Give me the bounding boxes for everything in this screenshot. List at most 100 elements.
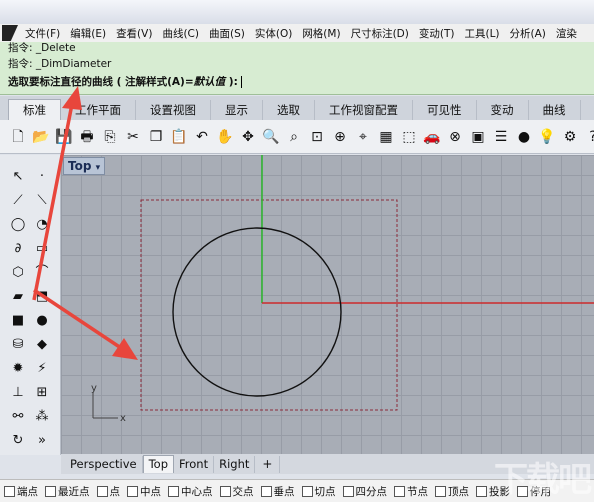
menu-render[interactable]: 渲染 (551, 26, 582, 41)
checkbox[interactable] (394, 485, 405, 497)
cut-icon[interactable]: ✂ (123, 127, 143, 147)
transform-icon[interactable]: ✹ (8, 359, 28, 379)
tab-set-view[interactable]: 设置视图 (136, 100, 211, 120)
osnap-center[interactable]: 中心点 (168, 484, 213, 499)
rotate-view-icon[interactable]: ✥ (238, 127, 258, 147)
sphere-solid-icon[interactable]: ● (32, 311, 52, 331)
new-file-icon[interactable]: 🗋 (8, 127, 28, 147)
circle-icon[interactable]: ◯ (8, 215, 28, 235)
menu-view[interactable]: 查看(V) (111, 26, 157, 41)
polygon-icon[interactable]: ⬡ (8, 263, 28, 283)
checkbox[interactable] (435, 485, 446, 497)
menu-mesh[interactable]: 网格(M) (297, 26, 345, 41)
mesh-icon[interactable]: ◆ (32, 335, 52, 355)
light-bulb-icon[interactable]: 💡 (537, 127, 557, 147)
osnap-intersection[interactable]: 交点 (219, 484, 254, 499)
viewport-label[interactable]: Top ▾ (63, 157, 106, 175)
render-car-icon[interactable]: 🚗 (422, 127, 442, 147)
dimension-icon[interactable]: ⊥ (8, 383, 28, 403)
zoom-target-icon[interactable]: ⌖ (353, 127, 373, 147)
point-icon[interactable]: · (32, 167, 52, 187)
menu-edit[interactable]: 编辑(E) (65, 26, 111, 41)
tab-standard[interactable]: 标准 (8, 99, 61, 120)
osnap-end[interactable]: 端点 (4, 484, 38, 499)
arc-icon[interactable]: ◔ (32, 215, 52, 235)
top-viewport[interactable]: y x Top ▾ (61, 155, 594, 454)
array-icon[interactable]: ⊞ (32, 383, 52, 403)
zoom-icon[interactable]: 🔍 (261, 127, 281, 147)
help-icon[interactable]: ? (583, 127, 594, 147)
properties-icon[interactable]: ☰ (491, 127, 511, 147)
menu-tools[interactable]: 工具(L) (459, 26, 504, 41)
undo-icon[interactable]: ↶ (192, 127, 212, 147)
osnap-near[interactable]: 最近点 (45, 484, 90, 499)
add-viewport-tab-icon[interactable]: + (255, 455, 281, 473)
analyze-icon[interactable]: ⚯ (8, 407, 28, 427)
viewport-tab-front[interactable]: Front (174, 455, 215, 473)
tab-transform[interactable]: 变动 (477, 100, 529, 120)
checkbox[interactable] (96, 485, 108, 497)
tab-curve-tools[interactable]: 曲线 (529, 100, 581, 120)
menu-curve[interactable]: 曲线(C) (157, 26, 204, 41)
viewport-canvas[interactable]: y x (61, 155, 594, 454)
checkbox[interactable] (168, 485, 179, 497)
zoom-selected-icon[interactable]: ⊕ (330, 127, 350, 147)
menu-surface[interactable]: 曲面(S) (204, 26, 250, 41)
box-solid-icon[interactable]: ■ (8, 311, 28, 331)
menu-transform[interactable]: 变动(T) (414, 26, 460, 41)
copy-icon[interactable]: ❐ (146, 127, 166, 147)
osnap-mid[interactable]: 中点 (127, 484, 161, 499)
tab-visibility[interactable]: 可见性 (413, 100, 477, 120)
osnap-knot[interactable]: 节点 (394, 484, 428, 499)
save-icon[interactable]: 💾 (54, 127, 74, 147)
checkbox[interactable] (127, 485, 138, 497)
cylinder-icon[interactable]: ⛁ (8, 335, 28, 355)
osnap-vertex[interactable]: 顶点 (435, 484, 469, 499)
surface-icon[interactable]: ▰ (8, 287, 28, 307)
zoom-extents-icon[interactable]: ⊡ (307, 127, 327, 147)
checkbox[interactable] (342, 485, 354, 497)
color-palette-icon[interactable]: ● (514, 127, 534, 147)
rotate-icon[interactable]: ↻ (8, 431, 28, 451)
export-icon[interactable]: ⎘ (100, 127, 120, 147)
menu-analyze[interactable]: 分析(A) (505, 26, 551, 41)
boolean-icon[interactable]: ⚡ (32, 359, 52, 379)
menu-solid[interactable]: 实体(O) (250, 26, 297, 41)
line-icon[interactable]: ⟍ (32, 191, 52, 211)
pan-hand-icon[interactable]: ✋ (215, 127, 235, 147)
layer-icon[interactable]: ▣ (468, 127, 488, 147)
group-icon[interactable]: ⁂ (32, 407, 52, 427)
tab-cplanes[interactable]: 工作平面 (61, 100, 136, 120)
extrude-surface-icon[interactable]: ⬒ (32, 287, 52, 307)
osnap-point[interactable]: 点 (96, 484, 120, 499)
zoom-window-icon[interactable]: ⌕ (284, 127, 304, 147)
menu-file[interactable]: 文件(F) (20, 26, 65, 41)
more-tools-icon[interactable]: » (32, 431, 52, 451)
polyline-icon[interactable]: ⟋ (8, 191, 28, 211)
hide-object-icon[interactable]: ⊗ (445, 127, 465, 147)
tab-display[interactable]: 显示 (211, 100, 263, 120)
circle-curve[interactable] (172, 227, 342, 397)
curve-icon[interactable]: ∂ (8, 239, 28, 259)
command-prompt-option[interactable]: 默认值 (194, 76, 226, 88)
paste-icon[interactable]: 📋 (169, 127, 189, 147)
options-icon[interactable]: ⚙ (560, 127, 580, 147)
viewport-tab-top[interactable]: Top (142, 455, 175, 473)
viewport-dropdown-icon[interactable]: ▾ (96, 163, 101, 173)
checkbox[interactable] (301, 485, 313, 497)
cplane-icon[interactable]: ⬚ (399, 127, 419, 147)
viewport-tab-right[interactable]: Right (214, 455, 256, 473)
print-icon[interactable]: 🖶 (77, 127, 97, 147)
tab-viewport-layout[interactable]: 工作视窗配置 (315, 100, 413, 120)
osnap-tangent[interactable]: 切点 (301, 484, 336, 499)
menu-dimension[interactable]: 尺寸标注(D) (346, 26, 414, 41)
checkbox[interactable] (4, 485, 15, 497)
checkbox[interactable] (260, 485, 272, 497)
fillet-icon[interactable]: ⌒ (32, 263, 52, 283)
checkbox[interactable] (219, 485, 231, 497)
rectangle-icon[interactable]: ▭ (32, 239, 52, 259)
select-arrow-icon[interactable]: ↖ (8, 167, 28, 187)
osnap-quadrant[interactable]: 四分点 (342, 484, 387, 499)
checkbox[interactable] (45, 485, 56, 497)
four-view-icon[interactable]: ▦ (376, 127, 396, 147)
